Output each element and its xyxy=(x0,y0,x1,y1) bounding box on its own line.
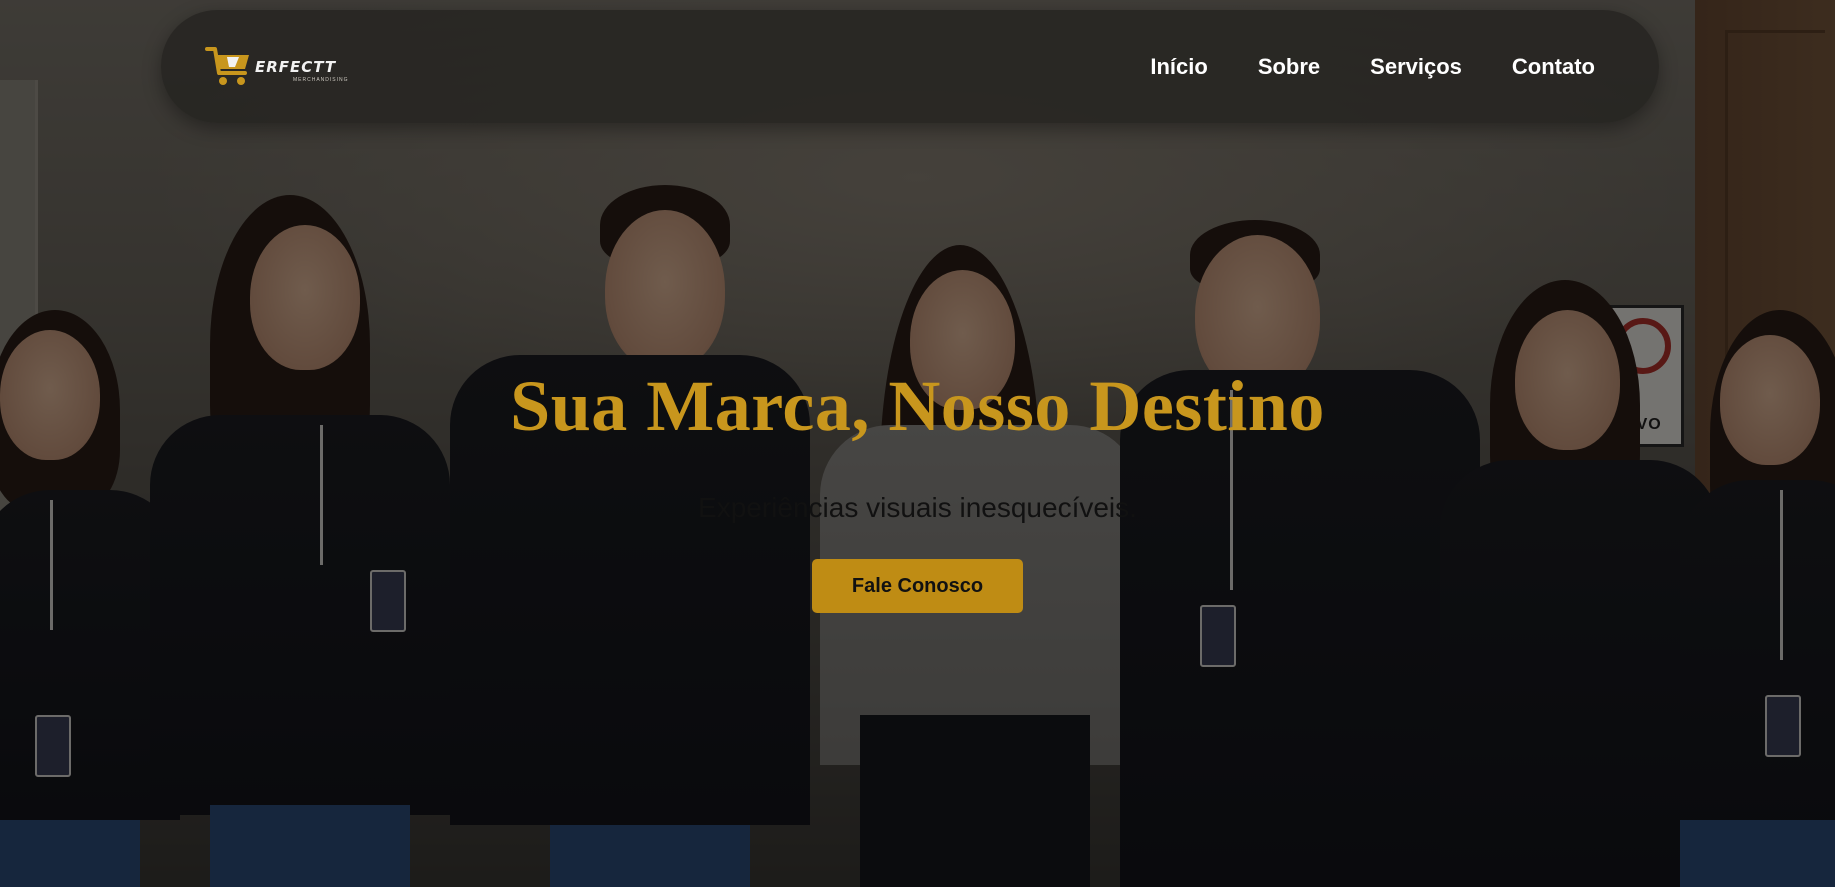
hero-section: Sua Marca, Nosso Destino Experiências vi… xyxy=(0,370,1835,613)
navbar: ERFECTT MERCHANDISING Início Sobre Servi… xyxy=(161,10,1659,123)
nav-link-servicos[interactable]: Serviços xyxy=(1370,54,1462,80)
nav-links: Início Sobre Serviços Contato xyxy=(1150,54,1595,80)
brand-logo[interactable]: ERFECTT MERCHANDISING xyxy=(205,45,349,89)
nav-link-contato[interactable]: Contato xyxy=(1512,54,1595,80)
contact-us-button[interactable]: Fale Conosco xyxy=(812,559,1023,613)
nav-link-sobre[interactable]: Sobre xyxy=(1258,54,1320,80)
shopping-cart-icon xyxy=(205,46,249,85)
nav-link-inicio[interactable]: Início xyxy=(1150,54,1207,80)
hero-title: Sua Marca, Nosso Destino xyxy=(510,366,1325,446)
logo-wordmark: ERFECTT xyxy=(255,57,337,76)
logo-tagline: MERCHANDISING xyxy=(293,76,349,83)
hero-subtitle: Experiências visuais inesquecíveis. xyxy=(698,492,1137,523)
